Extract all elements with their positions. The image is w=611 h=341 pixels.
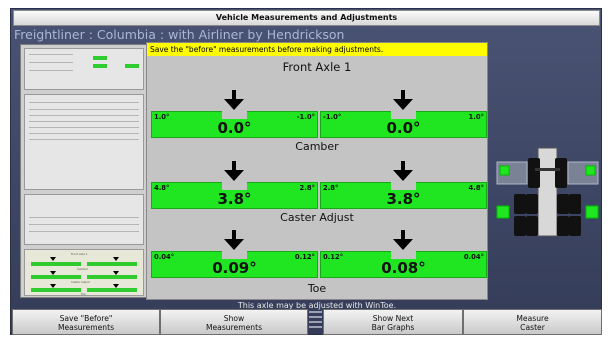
section-label-toe: Toe <box>307 282 327 295</box>
screen: Vehicle Measurements and Adjustments Fre… <box>10 8 602 335</box>
button-line1: Show Next <box>372 314 414 323</box>
thumb-bar <box>31 275 81 279</box>
thumb-line <box>29 109 139 110</box>
thumb-line <box>29 115 139 116</box>
app-frame: Vehicle Measurements and Adjustments Fre… <box>0 0 611 341</box>
save-before-measurements-button[interactable]: Save "Before" Measurements <box>12 309 160 335</box>
show-next-bar-graphs-button[interactable]: Show Next Bar Graphs <box>323 309 463 335</box>
down-arrow-icon <box>224 90 244 114</box>
camber-left-gauge: 1.0° -1.0° 0.0° <box>151 90 318 138</box>
button-line1: Measure <box>516 314 549 323</box>
button-line2: Measurements <box>57 323 115 332</box>
button-line2: Measurements <box>205 323 263 332</box>
down-arrow-icon <box>393 230 413 254</box>
wheel-sensor-icon <box>585 205 599 219</box>
show-measurements-button[interactable]: Show Measurements <box>160 309 308 335</box>
thumb-line <box>29 121 139 122</box>
thumb-line <box>29 62 73 63</box>
thumb-line <box>29 54 73 55</box>
thumb-line <box>29 133 139 134</box>
vehicle-chassis-icon[interactable] <box>495 146 600 243</box>
thumb-bar <box>93 56 107 60</box>
caster-right-gauge: 2.8° 4.8° 3.8° <box>320 161 487 209</box>
thumb-line <box>29 224 139 225</box>
function-button-bar: Save "Before" Measurements Show Measurem… <box>12 309 602 335</box>
axle-title: Front Axle 1 <box>282 60 352 74</box>
thumb-line <box>29 231 139 232</box>
thumbnail-column[interactable]: Front Axle 1 Camber Caster Adjust Toe <box>20 44 147 298</box>
toe-left-gauge: 0.04° 0.12° 0.09° <box>151 230 318 278</box>
thumb-label-caster: Caster Adjust <box>71 280 90 284</box>
down-arrow-icon <box>50 257 56 261</box>
button-line1: Save "Before" <box>59 314 113 323</box>
thumbnail-measurements[interactable] <box>24 94 144 190</box>
thumb-line <box>29 102 139 103</box>
measurement-panel: Save the "before" measurements before ma… <box>146 42 488 300</box>
button-line2: Caster <box>520 323 545 332</box>
button-line2: Bar Graphs <box>371 323 415 332</box>
wheel-sensor-icon <box>585 165 596 176</box>
gauge-value: 3.8° <box>386 190 421 208</box>
thumb-label-toe: Toe <box>81 292 86 296</box>
down-arrow-icon <box>393 161 413 185</box>
down-arrow-icon <box>393 90 413 114</box>
measure-caster-button[interactable]: Measure Caster <box>463 309 602 335</box>
thumbnail-vehicle-info[interactable] <box>24 48 144 90</box>
thumb-label-camber: Camber <box>77 267 89 271</box>
thumb-bar <box>93 64 107 68</box>
thumbnail-front-axle[interactable]: Front Axle 1 Camber Caster Adjust Toe <box>24 249 144 296</box>
window-title: Vehicle Measurements and Adjustments <box>13 10 600 26</box>
thumb-line <box>29 127 139 128</box>
before-banner: Save the "before" measurements before ma… <box>147 43 487 56</box>
gauge-value: 0.0° <box>386 119 421 137</box>
thumb-bar <box>125 64 139 68</box>
gauge-value: 0.08° <box>381 259 426 277</box>
gauge-value: 0.0° <box>217 119 252 137</box>
thumb-axle-title: Front Axle 1 <box>71 252 88 256</box>
thumb-line <box>29 70 73 71</box>
thumb-bar <box>87 262 137 266</box>
thumb-bar <box>31 288 81 292</box>
down-arrow-icon <box>224 230 244 254</box>
gauge-value: 3.8° <box>217 190 252 208</box>
vehicle-title: Freightliner : Columbia : with Airliner … <box>14 27 345 42</box>
wheel-sensor-icon <box>499 165 510 176</box>
toe-right-gauge: 0.12° 0.04° 0.08° <box>320 230 487 278</box>
wheel-sensor-icon <box>496 205 510 219</box>
thumb-line <box>29 139 139 140</box>
section-label-camber: Camber <box>295 140 339 153</box>
thumb-line <box>29 217 139 218</box>
caster-left-gauge: 4.8° 2.8° 3.8° <box>151 161 318 209</box>
thumb-bar <box>87 288 137 292</box>
thumb-bar <box>87 275 137 279</box>
down-arrow-icon <box>113 257 119 261</box>
thumb-bar <box>31 262 81 266</box>
button-bar-grip[interactable] <box>309 311 322 333</box>
button-line1: Show <box>223 314 245 323</box>
camber-right-gauge: -1.0° 1.0° 0.0° <box>320 90 487 138</box>
thumbnail-rear[interactable] <box>24 194 144 245</box>
gauge-value: 0.09° <box>212 259 257 277</box>
down-arrow-icon <box>224 161 244 185</box>
section-label-caster: Caster Adjust <box>280 211 354 224</box>
